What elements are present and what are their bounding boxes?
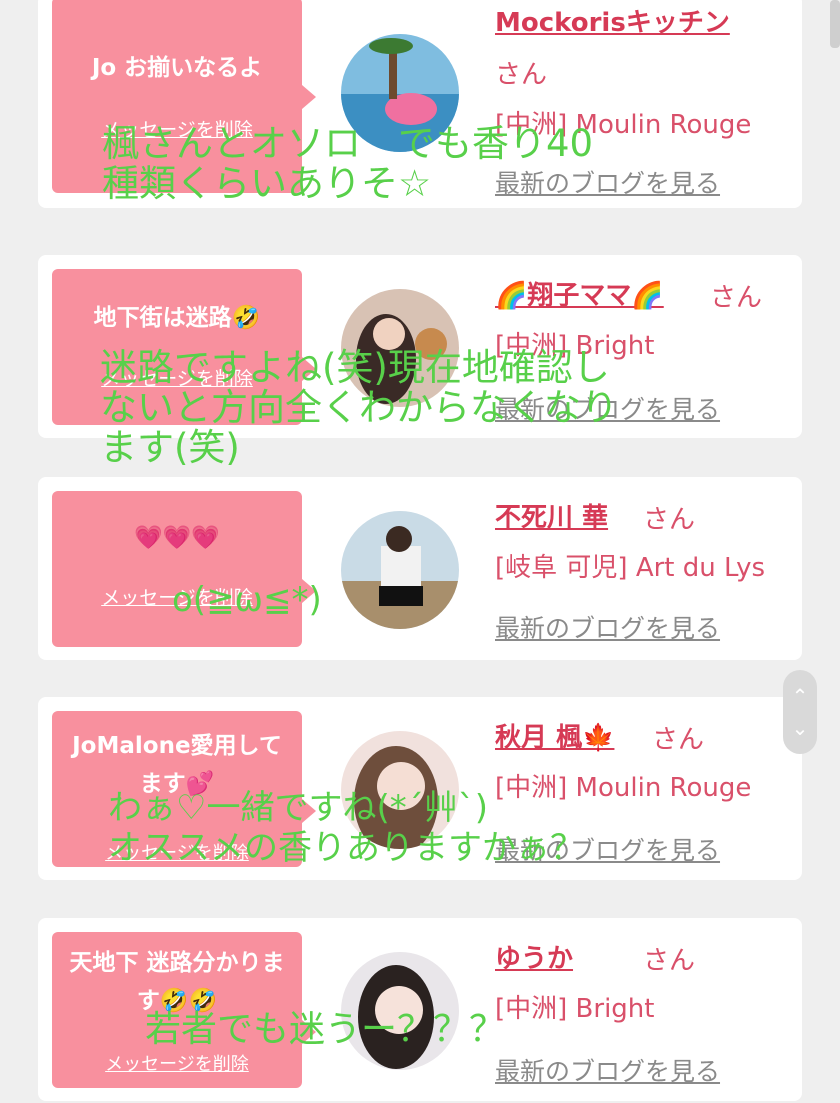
honorific: さん <box>643 505 696 535</box>
scrollbar[interactable] <box>830 0 840 48</box>
message-bubble: 💗💗💗 メッセージを削除 <box>52 491 316 647</box>
overlay-text: わぁ♡一緒ですね(*´艸`) オススメの香りありますかぁ？ <box>108 788 584 868</box>
overlay-text: o(≧ω≦*) <box>172 580 322 620</box>
overlay-text: 楓さんとオソロ でも香り40 種類くらいありそ☆ <box>102 122 594 205</box>
chevron-down-icon[interactable]: ⌄ <box>783 716 817 740</box>
message-text: Jo お揃いなるよ <box>91 55 263 81</box>
user-name-link[interactable]: 不死川 華 <box>495 497 608 534</box>
user-name-link[interactable]: 🌈翔子ママ🌈 <box>495 275 664 312</box>
avatar[interactable] <box>341 511 459 629</box>
shop-info: [岐阜 可児] Art du Lys <box>495 553 766 583</box>
chevron-up-icon[interactable]: ⌃ <box>783 684 817 708</box>
overlay-text: 若者でも迷うー？？？ <box>145 1009 506 1050</box>
honorific: さん <box>652 725 705 755</box>
scroll-nav[interactable]: ⌃ ⌄ <box>783 670 817 754</box>
overlay-text: 迷路ですよね(笑)現在地確認し ないと方向全くわからなくなり ます(笑) <box>100 346 618 469</box>
shop-info: [中洲] Bright <box>495 994 655 1024</box>
message-text: 💗💗💗 <box>134 525 220 551</box>
latest-blog-link[interactable]: 最新のブログを見る <box>495 609 720 645</box>
message-text: 地下街は迷路🤣 <box>93 305 261 331</box>
honorific: さん <box>643 946 696 976</box>
user-name-link[interactable]: 秋月 楓🍁 <box>495 717 614 754</box>
latest-blog-link[interactable]: 最新のブログを見る <box>495 1052 720 1088</box>
user-name-link[interactable]: ゆうか <box>495 938 573 975</box>
user-name-link[interactable]: Mockorisキッチン <box>495 2 730 39</box>
message-card: 💗💗💗 メッセージを削除 不死川 華 さん [岐阜 可児] Art du Lys… <box>38 477 802 660</box>
delete-message-link[interactable]: メッセージを削除 <box>52 1050 302 1076</box>
honorific: さん <box>710 283 763 313</box>
avatar-photo <box>341 511 459 629</box>
honorific: さん <box>495 60 548 90</box>
